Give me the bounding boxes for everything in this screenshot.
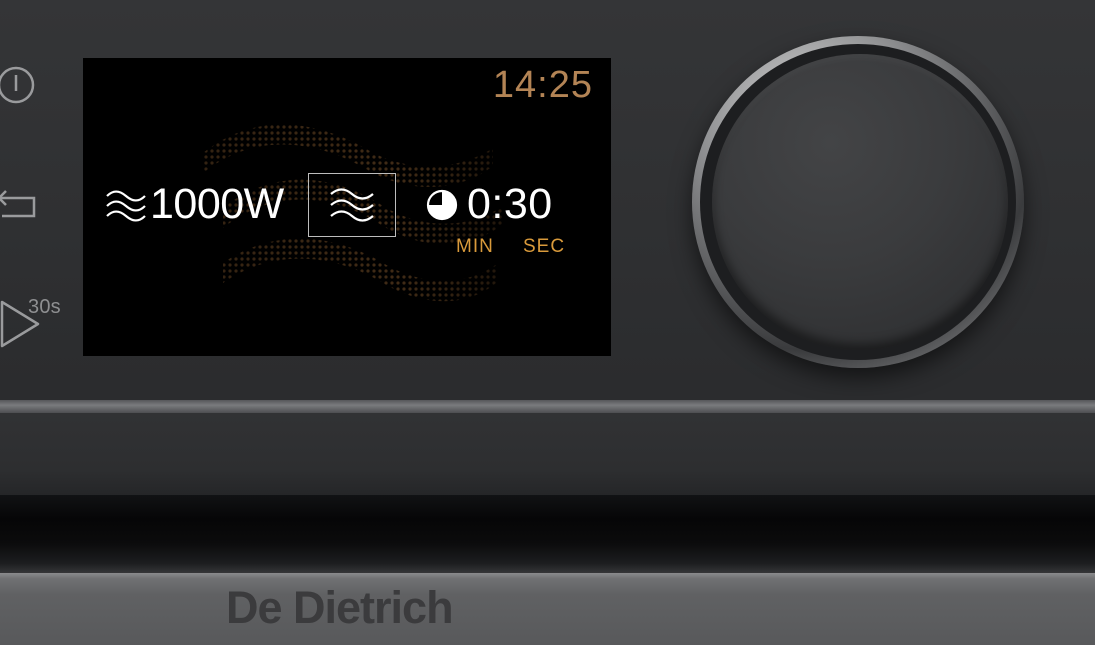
- unit-sec-label: SEC: [523, 236, 566, 257]
- power-level-value: 1000W: [150, 180, 284, 228]
- power-button[interactable]: [0, 62, 40, 106]
- door-gap: [0, 495, 1095, 575]
- microwave-mode-selector[interactable]: [308, 173, 396, 237]
- chrome-trim-strip: [0, 400, 1095, 413]
- microwave-waves-icon: [106, 190, 146, 222]
- brand-logo: De Dietrich: [226, 582, 454, 633]
- timer-value: 0:30: [467, 180, 553, 228]
- back-arrow-icon: [0, 190, 36, 218]
- start-30s-label: 30s: [28, 296, 61, 318]
- door-handle-bar[interactable]: [0, 573, 1095, 645]
- unit-min-label: MIN: [456, 236, 494, 257]
- microwave-control-panel: 30s 14:25 1000W 0:30 MIN SEC De Dietrich: [0, 0, 1095, 645]
- oven-display: 14:25 1000W 0:30 MIN SEC: [83, 58, 611, 356]
- power-icon: [0, 66, 35, 104]
- timer-icon: [426, 189, 458, 221]
- back-button[interactable]: [0, 186, 38, 226]
- control-knob[interactable]: [712, 54, 1008, 350]
- microwave-mode-icon: [330, 188, 374, 222]
- clock-display: 14:25: [492, 64, 593, 106]
- lower-panel: [0, 413, 1095, 495]
